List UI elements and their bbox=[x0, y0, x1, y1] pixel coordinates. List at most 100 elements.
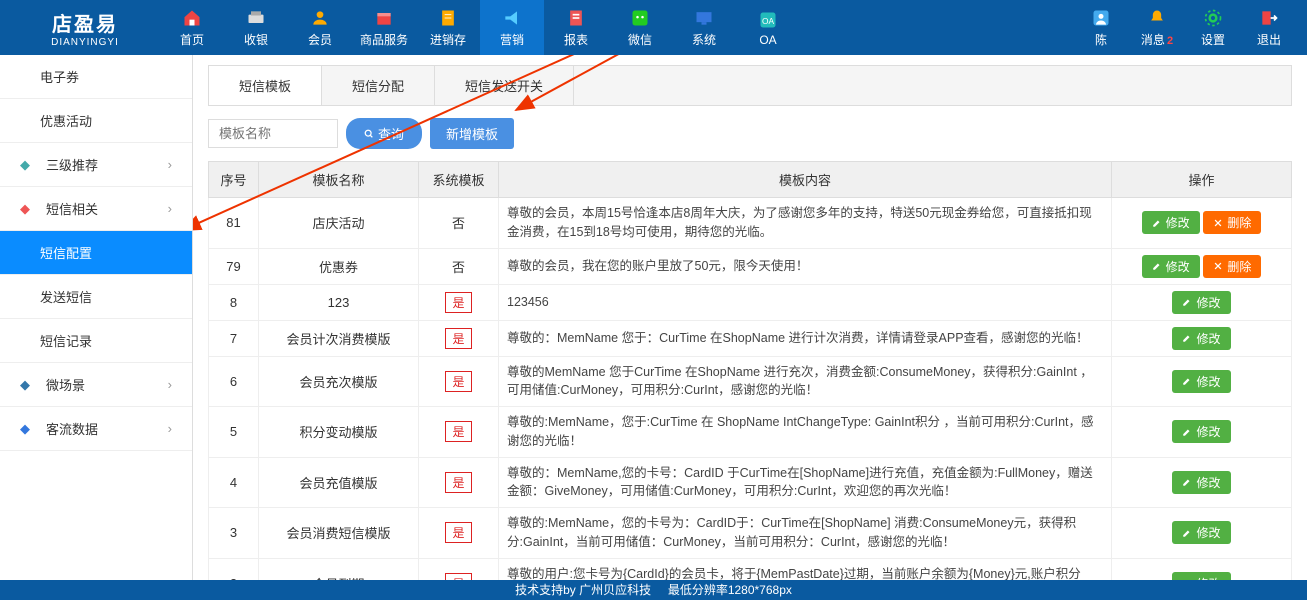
sys-badge: 是 bbox=[445, 421, 471, 442]
nav-report[interactable]: 报表 bbox=[544, 0, 608, 55]
edit-button[interactable]: 修改 bbox=[1142, 255, 1200, 278]
phone-icon: ◆ bbox=[20, 201, 38, 217]
nav-marketing[interactable]: 营销 bbox=[480, 0, 544, 55]
cell-content: 尊敬的用户:您卡号为{CardId}的会员卡，将于{MemPastDate}过期… bbox=[499, 558, 1112, 580]
table-row: 6会员充次模版是尊敬的MemName 您于CurTime 在ShopName 进… bbox=[209, 356, 1292, 407]
cell-name: 会员消费短信模版 bbox=[259, 508, 419, 559]
side-item-3[interactable]: ◆短信相关› bbox=[0, 187, 192, 231]
nav-system[interactable]: 系统 bbox=[672, 0, 736, 55]
add-template-button[interactable]: 新增模板 bbox=[430, 118, 514, 149]
sys-badge: 是 bbox=[445, 522, 471, 543]
cell-ops: 修改 bbox=[1112, 284, 1292, 320]
sys-badge: 是 bbox=[445, 292, 471, 313]
navr-label: 设置 bbox=[1201, 31, 1225, 48]
table-row: 8123是123456 修改 bbox=[209, 284, 1292, 320]
nav-wechat[interactable]: 微信 bbox=[608, 0, 672, 55]
cell-ops: 修改 bbox=[1112, 407, 1292, 458]
cell-sys: 否 bbox=[419, 248, 499, 284]
chevron-right-icon: › bbox=[168, 377, 172, 392]
table-row: 3会员消费短信模版 是 尊敬的:MemName，您的卡号为：CardID于：CurT… bbox=[209, 508, 1292, 559]
tab-2[interactable]: 短信发送开关 bbox=[435, 66, 574, 105]
cell-name: 会员到期 bbox=[259, 558, 419, 580]
edit-button[interactable]: 修改 bbox=[1172, 327, 1230, 350]
side-item-4[interactable]: 短信配置 bbox=[0, 231, 192, 275]
nav-home[interactable]: 首页 bbox=[160, 0, 224, 55]
side-label: 三级推荐 bbox=[46, 155, 98, 174]
nav-goods[interactable]: 商品服务 bbox=[352, 0, 416, 55]
navr-settings[interactable]: 设置 bbox=[1185, 0, 1241, 55]
tab-1[interactable]: 短信分配 bbox=[322, 66, 435, 105]
side-item-1[interactable]: 优惠活动 bbox=[0, 99, 192, 143]
side-label: 发送短信 bbox=[40, 287, 92, 306]
chevron-right-icon: › bbox=[168, 157, 172, 172]
delete-button[interactable]: 删除 bbox=[1203, 255, 1261, 278]
side-item-2[interactable]: ◆ 三级推荐 › bbox=[0, 143, 192, 187]
edit-button[interactable]: 修改 bbox=[1172, 521, 1230, 544]
side-item-6[interactable]: 短信记录 bbox=[0, 319, 192, 363]
edit-button[interactable]: 修改 bbox=[1172, 370, 1230, 393]
nav-oa[interactable]: OAOA bbox=[736, 0, 800, 55]
cell-sys: 是 bbox=[419, 508, 499, 559]
side-item-5[interactable]: 发送短信 bbox=[0, 275, 192, 319]
query-button[interactable]: 查询 bbox=[346, 118, 422, 149]
goods-icon bbox=[373, 7, 395, 29]
cell-name: 会员充值模版 bbox=[259, 457, 419, 508]
cell-content: 尊敬的MemName 您于CurTime 在ShopName 进行充次，消费金额… bbox=[499, 356, 1112, 407]
cell-seq: 79 bbox=[209, 248, 259, 284]
nav-label: 首页 bbox=[180, 31, 204, 48]
navr-user[interactable]: 陈 bbox=[1073, 0, 1129, 55]
cell-seq: 8 bbox=[209, 284, 259, 320]
cell-sys: 是 bbox=[419, 558, 499, 580]
toolbar: 查询 新增模板 bbox=[208, 106, 1292, 161]
top-navbar: 店盈易 DIANYINGYI 首页收银会员商品服务进销存营销报表微信系统OAOA… bbox=[0, 0, 1307, 55]
globe-icon: ◆ bbox=[20, 421, 38, 437]
cell-content: 尊敬的:MemName，您于:CurTime 在 ShopName IntCha… bbox=[499, 407, 1112, 458]
stack-icon: ◆ bbox=[20, 157, 38, 173]
table-row: 79优惠券否尊敬的会员，我在您的账户里放了50元，限今天使用！ 修改 删除 bbox=[209, 248, 1292, 284]
side-label: 优惠活动 bbox=[40, 111, 92, 130]
system-icon bbox=[693, 7, 715, 29]
navr-exit[interactable]: 退出 bbox=[1241, 0, 1297, 55]
cell-seq: 81 bbox=[209, 198, 259, 249]
nav-stock[interactable]: 进销存 bbox=[416, 0, 480, 55]
cell-ops: 修改 bbox=[1112, 356, 1292, 407]
nav-member[interactable]: 会员 bbox=[288, 0, 352, 55]
edit-button[interactable]: 修改 bbox=[1142, 211, 1200, 234]
col-3: 模板内容 bbox=[499, 162, 1112, 198]
bell-icon bbox=[1146, 7, 1168, 29]
cell-seq: 6 bbox=[209, 356, 259, 407]
cell-seq: 7 bbox=[209, 320, 259, 356]
cell-seq: 5 bbox=[209, 407, 259, 458]
template-table: 序号模板名称系统模板模板内容操作 81店庆活动否尊敬的会员，本周15号恰逢本店8… bbox=[208, 161, 1292, 580]
nav-label: 收银 bbox=[244, 31, 268, 48]
tab-0[interactable]: 短信模板 bbox=[209, 66, 322, 105]
navr-msg[interactable]: 消息2 bbox=[1129, 0, 1185, 55]
sidebar: 电子券优惠活动 ◆ 三级推荐 › ◆ 短信相关 › 短信配置发送短信短信记录◆微场景›◆客流数… bbox=[0, 55, 193, 580]
cell-content: 123456 bbox=[499, 284, 1112, 320]
cell-content: 尊敬的:MemName，您的卡号为：CardID于：CurTime在[ShopN… bbox=[499, 508, 1112, 559]
edit-button[interactable]: 修改 bbox=[1172, 471, 1230, 494]
side-item-8[interactable]: ◆客流数据› bbox=[0, 407, 192, 451]
chevron-right-icon: › bbox=[168, 421, 172, 436]
footer: 技术支持by 广州贝应科技 最低分辨率1280*768px bbox=[0, 580, 1307, 600]
nav-cashier[interactable]: 收银 bbox=[224, 0, 288, 55]
cell-seq: 3 bbox=[209, 508, 259, 559]
horn-icon bbox=[501, 7, 523, 29]
tab-bar: 短信模板短信分配短信发送开关 bbox=[208, 65, 1292, 106]
edit-button[interactable]: 修改 bbox=[1172, 420, 1230, 443]
content-area: 短信模板短信分配短信发送开关 查询 新增模板 序号模板名称系统模板模板内容操作 … bbox=[193, 55, 1307, 580]
side-item-7[interactable]: ◆微场景› bbox=[0, 363, 192, 407]
side-label: 短信相关 bbox=[46, 199, 98, 218]
cell-name: 店庆活动 bbox=[259, 198, 419, 249]
delete-button[interactable]: 删除 bbox=[1203, 211, 1261, 234]
cell-content: 尊敬的：MemName,您的卡号：CardID 于CurTime在[ShopNa… bbox=[499, 457, 1112, 508]
navr-label: 退出 bbox=[1257, 31, 1281, 48]
cell-content: 尊敬的会员，本周15号恰逢本店8周年大庆，为了感谢您多年的支持，特送50元现金券… bbox=[499, 198, 1112, 249]
nav-label: 微信 bbox=[628, 31, 652, 48]
search-input[interactable] bbox=[208, 119, 338, 148]
topnav-right: 陈消息2 设置 退出 bbox=[1073, 0, 1297, 55]
side-label: 电子券 bbox=[40, 67, 79, 86]
edit-button[interactable]: 修改 bbox=[1172, 291, 1230, 314]
side-item-0[interactable]: 电子券 bbox=[0, 55, 192, 99]
edit-button[interactable]: 修改 bbox=[1172, 572, 1230, 580]
